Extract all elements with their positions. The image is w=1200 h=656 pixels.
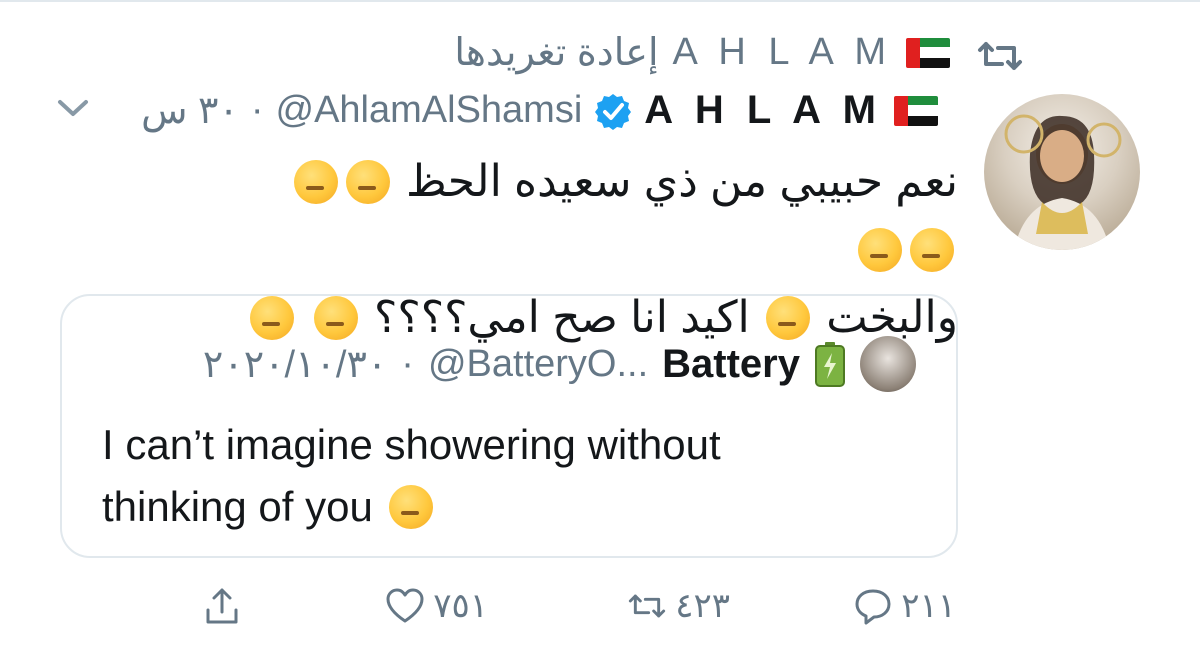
like-button[interactable]: ٧٥١	[385, 586, 488, 626]
quoted-tweet[interactable]: ٢٠٢٠/١٠/٣٠ · @BatteryO... Battery I can’…	[60, 294, 958, 558]
retweet-header-label: إعادة تغريدها	[454, 32, 659, 74]
retweet-count: ٤٢٣	[675, 587, 730, 625]
tweet-time[interactable]: ٣٠ س	[141, 88, 239, 133]
reply-count: ٢١١	[901, 587, 956, 625]
quoted-tweet-date: ٢٠٢٠/١٠/٣٠	[202, 343, 388, 386]
share-button[interactable]	[202, 586, 242, 626]
tweet-author-name[interactable]: A H L A M	[644, 88, 882, 133]
tweet-handle[interactable]: @AhlamAlShamsi	[276, 89, 583, 132]
tweet-text-line-1: نعم حبيبي من ذي سعيده الحظ	[238, 148, 958, 284]
like-count: ٧٥١	[433, 587, 488, 625]
quoted-tweet-header: ٢٠٢٠/١٠/٣٠ · @BatteryO... Battery	[203, 336, 916, 392]
retweet-button[interactable]: ٤٢٣	[627, 586, 730, 626]
retweet-header-user: A H L A M	[672, 31, 892, 73]
quoted-tweet-text: I can’t imagine showering without thinki…	[102, 414, 862, 538]
reply-button[interactable]: ٢١١	[853, 586, 956, 626]
heart-icon	[386, 588, 424, 623]
tweet-text-part: نعم حبيبي من ذي سعيده الحظ	[406, 157, 958, 206]
retweet-header[interactable]: إعادة تغريدها A H L A M	[454, 30, 950, 75]
separator: ·	[401, 342, 414, 385]
separator: ·	[250, 89, 264, 131]
uae-flag-icon	[894, 95, 938, 126]
chevron-down-icon[interactable]	[56, 96, 90, 120]
quoted-tweet-author-name: Battery	[662, 341, 800, 386]
retweet-icon	[978, 42, 1022, 70]
face-with-monocle-icon	[293, 160, 338, 204]
retweet-icon	[629, 594, 666, 618]
face-with-monocle-icon	[910, 228, 954, 272]
uae-flag-icon	[906, 37, 950, 68]
verified-badge-icon	[595, 93, 632, 130]
face-with-thermometer-icon	[388, 485, 433, 529]
tweet-actions: ٢١١ ٤٢٣ ٧٥١	[0, 586, 1200, 636]
share-icon	[206, 588, 238, 624]
battery-icon	[815, 342, 845, 387]
reply-icon	[855, 589, 891, 625]
face-with-monocle-icon	[345, 160, 390, 204]
avatar-image	[1004, 114, 1122, 250]
quoted-tweet-avatar	[860, 336, 916, 392]
avatar[interactable]	[984, 94, 1140, 250]
face-with-monocle-icon	[858, 228, 902, 272]
top-divider	[0, 0, 1200, 2]
quoted-tweet-handle: @BatteryO...	[427, 342, 649, 385]
tweet-header: ٣٠ س · @AhlamAlShamsi A H L A M	[141, 88, 938, 133]
